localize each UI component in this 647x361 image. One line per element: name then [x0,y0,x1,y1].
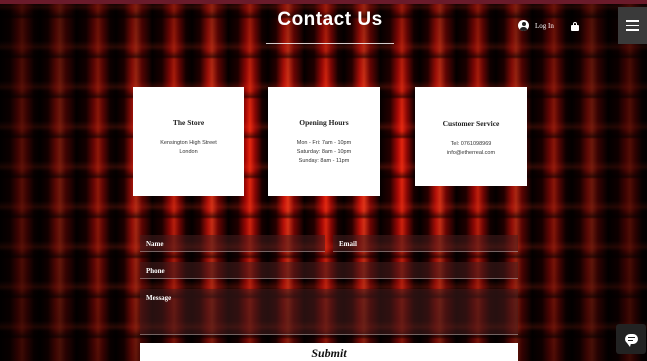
chat-button[interactable] [616,324,646,354]
customer-service-title: Customer Service [442,119,500,128]
customer-service-email: info@etherreal.com [446,150,496,156]
page-title: Contact Us [277,9,383,30]
hours-sunday: Sunday: 8am - 11pm [298,158,350,164]
login-button[interactable]: Log In [518,20,554,31]
cart-icon[interactable] [571,22,579,31]
phone-field[interactable]: Phone [140,262,518,279]
message-field-label: Message [146,294,172,302]
message-field[interactable]: Message [140,289,518,335]
title-underline [266,43,394,44]
hamburger-menu-icon-line [626,29,639,31]
submit-button[interactable]: Submit [140,343,518,361]
login-label: Log In [535,21,554,30]
store-address-line: Kensington High Street [160,140,217,146]
email-field[interactable]: Email [333,235,518,252]
hours-card: Opening Hours Mon - Fri: 7am - 10pm Satu… [268,87,380,196]
customer-service-phone: Tel: 0761098969 [450,141,492,147]
hamburger-menu-icon-line [626,24,639,27]
name-field-label: Name [146,240,164,248]
top-border [0,0,647,4]
cart-bag [571,25,579,31]
store-card: The Store Kensington High Street London [133,87,244,196]
hours-weekday: Mon - Fri: 7am - 10pm [296,140,352,146]
hours-saturday: Saturday: 8am - 10pm [296,149,352,155]
store-city-line: London [179,149,198,155]
user-icon [518,20,529,31]
customer-service-card: Customer Service Tel: 0761098969 info@et… [415,87,527,186]
chat-icon [624,334,638,347]
email-field-label: Email [339,240,357,248]
store-card-title: The Store [172,118,205,127]
name-field[interactable]: Name [140,235,325,252]
hamburger-menu-icon [626,20,639,22]
hamburger-menu-button[interactable] [618,7,647,44]
phone-field-label: Phone [146,267,165,275]
hours-card-title: Opening Hours [299,118,349,127]
